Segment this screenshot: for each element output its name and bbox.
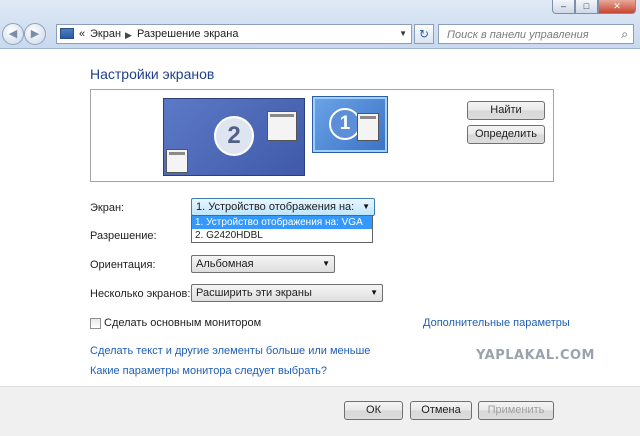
advanced-settings-link[interactable]: Дополнительные параметры bbox=[423, 317, 570, 329]
refresh-button[interactable]: ↻ bbox=[414, 24, 434, 44]
identify-button[interactable]: Определить bbox=[467, 125, 545, 144]
breadcrumb-display[interactable]: Экран bbox=[90, 28, 121, 40]
search-icon[interactable]: ⌕ bbox=[621, 27, 628, 42]
chevron-down-icon: ▼ bbox=[370, 288, 378, 297]
minimize-button[interactable]: – bbox=[552, 0, 575, 14]
arrow-left-icon: ◀ bbox=[8, 28, 18, 40]
screen-dropdown-list: 1. Устройство отображения на: VGA 2. G24… bbox=[191, 215, 373, 243]
title-bar: – □ ✕ ◀ ▶ « Экран ▶ Разрешение экрана ▼ … bbox=[0, 0, 640, 49]
maximize-button[interactable]: □ bbox=[575, 0, 598, 14]
multiple-displays-select[interactable]: Расширить эти экраны ▼ bbox=[191, 284, 383, 302]
resolution-label: Разрешение: bbox=[90, 230, 157, 242]
search-input[interactable] bbox=[445, 26, 619, 44]
screen-option-1[interactable]: 1. Устройство отображения на: VGA bbox=[192, 216, 372, 229]
orientation-select-value: Альбомная bbox=[196, 258, 254, 270]
address-bar[interactable]: « Экран ▶ Разрешение экрана ▼ bbox=[56, 24, 412, 44]
multiple-displays-label: Несколько экранов: bbox=[90, 288, 191, 300]
address-dropdown-icon[interactable]: ▼ bbox=[399, 29, 407, 38]
search-box[interactable]: ⌕ bbox=[438, 24, 634, 44]
multiple-displays-select-value: Расширить эти экраны bbox=[196, 287, 312, 299]
breadcrumb-resolution[interactable]: Разрешение экрана bbox=[137, 28, 238, 40]
main-content: Настройки экранов 2 1 Найти Определить Э… bbox=[0, 49, 640, 436]
watermark: YAPLAKAL.COM bbox=[476, 348, 595, 363]
window-thumbnail-icon bbox=[267, 111, 297, 141]
monitor-2-thumbnail[interactable]: 2 bbox=[163, 98, 305, 176]
forward-button[interactable]: ▶ bbox=[24, 23, 46, 45]
main-monitor-label[interactable]: Сделать основным монитором bbox=[104, 317, 261, 329]
monitor-1-thumbnail[interactable]: 1 bbox=[313, 97, 387, 152]
page-title: Настройки экранов bbox=[90, 66, 215, 82]
screen-option-2[interactable]: 2. G2420HDBL bbox=[192, 229, 372, 242]
breadcrumb-separator-icon[interactable]: ▶ bbox=[125, 30, 132, 41]
apply-button[interactable]: Применить bbox=[478, 401, 554, 420]
ok-button[interactable]: ОК bbox=[344, 401, 403, 420]
monitor-preview: 2 1 Найти Определить bbox=[90, 89, 554, 182]
text-size-link[interactable]: Сделать текст и другие элементы больше и… bbox=[90, 345, 370, 357]
orientation-select[interactable]: Альбомная ▼ bbox=[191, 255, 335, 273]
close-button[interactable]: ✕ bbox=[598, 0, 636, 14]
chevron-down-icon: ▼ bbox=[322, 259, 330, 268]
window-thumbnail-icon bbox=[166, 149, 188, 173]
back-button[interactable]: ◀ bbox=[2, 23, 24, 45]
window-controls: – □ ✕ bbox=[552, 0, 636, 14]
screen-label: Экран: bbox=[90, 202, 125, 214]
find-button[interactable]: Найти bbox=[467, 101, 545, 120]
cancel-button[interactable]: Отмена bbox=[410, 401, 472, 420]
monitor-params-link[interactable]: Какие параметры монитора следует выбрать… bbox=[90, 365, 327, 377]
main-monitor-checkbox[interactable] bbox=[90, 318, 101, 329]
monitor-2-number: 2 bbox=[214, 116, 254, 156]
breadcrumb-overflow[interactable]: « bbox=[79, 28, 85, 40]
dialog-footer: ОК Отмена Применить bbox=[0, 386, 640, 436]
chevron-down-icon: ▼ bbox=[362, 202, 370, 211]
arrow-right-icon: ▶ bbox=[30, 28, 40, 40]
display-icon bbox=[60, 28, 74, 39]
window-thumbnail-icon bbox=[357, 113, 379, 141]
screen-select[interactable]: 1. Устройство отображения на: VGA ▼ bbox=[191, 198, 375, 229]
orientation-label: Ориентация: bbox=[90, 259, 156, 271]
refresh-icon: ↻ bbox=[418, 27, 430, 41]
